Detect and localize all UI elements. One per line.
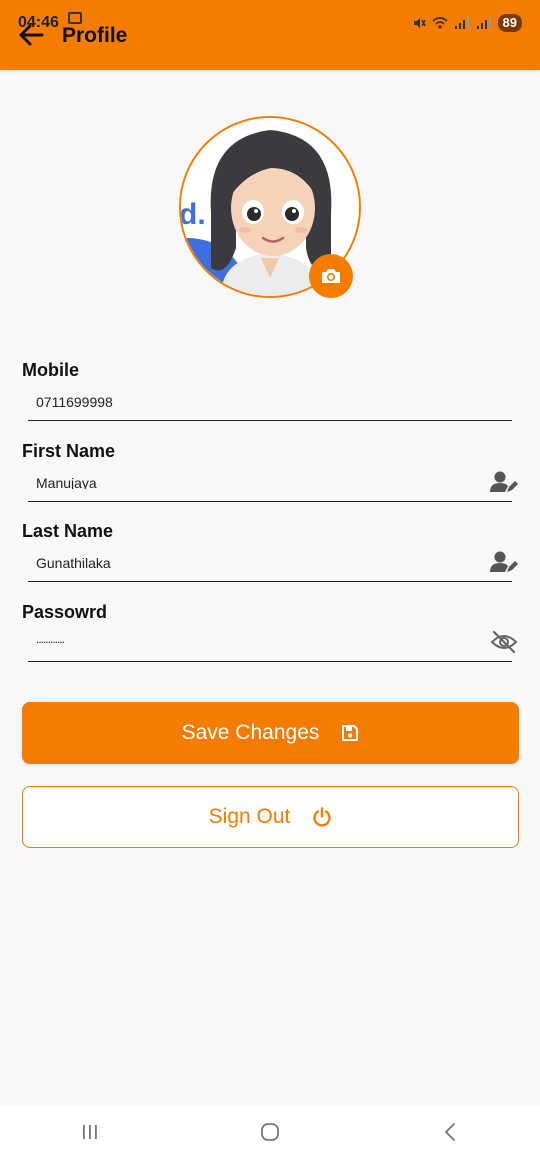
arrow-left-icon xyxy=(19,24,44,46)
edit-first-name-button[interactable] xyxy=(488,468,520,496)
recent-apps-button[interactable] xyxy=(60,1112,120,1152)
mobile-field[interactable]: 0711699998 xyxy=(36,396,113,408)
mobile-label: Mobile xyxy=(22,360,79,380)
recent-apps-icon xyxy=(83,1125,97,1139)
back-button[interactable] xyxy=(16,20,46,50)
status-icons: 89 xyxy=(412,14,522,32)
user-edit-icon xyxy=(490,471,518,492)
first-name-label: First Name xyxy=(22,441,116,461)
eye-off-icon xyxy=(490,630,518,654)
toggle-password-visibility-button[interactable] xyxy=(488,628,520,656)
power-icon xyxy=(313,807,332,827)
system-nav-bar xyxy=(0,1106,540,1158)
first-name-underline xyxy=(28,501,512,502)
page-title: Profile xyxy=(62,24,128,47)
profile-avatar: d. xyxy=(179,116,361,298)
signal-icon-2 xyxy=(476,17,491,29)
mobile-underline xyxy=(28,420,512,421)
edit-last-name-button[interactable] xyxy=(488,548,520,576)
save-changes-label: Save Changes xyxy=(181,721,320,744)
save-changes-button[interactable]: Save Changes xyxy=(22,702,519,764)
sign-out-label: Sign Out xyxy=(208,805,291,828)
wifi-icon xyxy=(432,17,448,29)
app-bar: 04:46 Profile 89 xyxy=(0,0,540,70)
sign-out-button[interactable]: Sign Out xyxy=(22,786,519,848)
home-icon xyxy=(261,1123,279,1141)
home-button[interactable] xyxy=(240,1112,300,1152)
password-underline xyxy=(28,661,512,662)
signal-icon xyxy=(454,17,469,29)
last-name-underline xyxy=(28,581,512,582)
change-photo-button[interactable] xyxy=(309,254,353,298)
battery-indicator: 89 xyxy=(497,14,522,32)
password-label: Passowrd xyxy=(22,602,108,622)
last-name-field[interactable]: Gunathilaka xyxy=(36,557,111,569)
chevron-left-icon xyxy=(444,1123,455,1141)
system-back-button[interactable] xyxy=(420,1112,480,1152)
user-edit-icon xyxy=(490,551,518,572)
password-field[interactable]: ............ xyxy=(36,633,64,645)
first-name-field[interactable]: Manujaya xyxy=(36,477,97,489)
screenshot-indicator-icon xyxy=(68,12,82,24)
camera-icon xyxy=(322,269,340,283)
svg-text:d.: d. xyxy=(181,198,206,231)
last-name-label: Last Name xyxy=(22,521,114,541)
floppy-disk-icon xyxy=(342,725,359,741)
mute-icon xyxy=(413,18,426,28)
